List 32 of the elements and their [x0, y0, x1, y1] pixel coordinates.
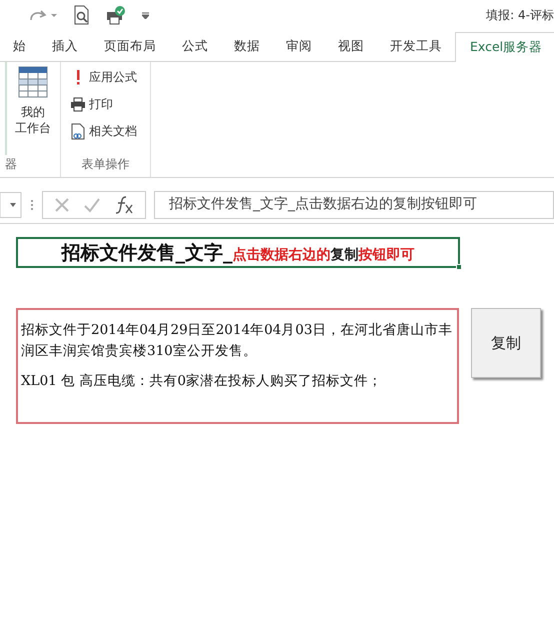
title-cell[interactable]: 招标文件发售_文字_点击数据右边的复制按钮即可	[16, 237, 460, 268]
window-title: 填报: 4-评标	[486, 7, 554, 24]
function-icon[interactable]	[114, 194, 134, 214]
group-label: 器	[5, 156, 18, 173]
workbench-button[interactable]: 我的 工作台	[11, 66, 55, 136]
check-icon[interactable]	[82, 196, 101, 212]
paragraph: XL01 包 高压电缆：共有0家潜在投标人购买了招标文件；	[21, 372, 383, 391]
ribbon-tab[interactable]: 开发工具	[377, 31, 455, 61]
printer-icon	[70, 96, 86, 112]
print-preview-icon[interactable]	[74, 5, 90, 25]
ribbon-tab[interactable]: 页面布局	[91, 31, 169, 61]
ribbon-tab[interactable]: Excel服务器	[455, 32, 554, 62]
ribbon-tab[interactable]: 始	[0, 31, 39, 61]
ribbon-button[interactable]: 相关文档	[66, 120, 145, 142]
ribbon-tab[interactable]: 审阅	[273, 31, 325, 61]
table-icon	[18, 66, 48, 98]
redo-icon[interactable]	[28, 8, 58, 22]
ribbon-button[interactable]: 应用公式	[66, 66, 145, 88]
group-label: 表单操作	[80, 156, 130, 173]
ribbon-tab[interactable]: 公式	[169, 31, 221, 61]
more-icon	[30, 198, 34, 210]
ribbon-tab[interactable]: 插入	[39, 31, 91, 61]
printer-check-icon[interactable]	[106, 5, 126, 25]
ribbon-tab[interactable]: 数据	[221, 31, 273, 61]
ribbon-button[interactable]: 打印	[66, 93, 145, 115]
paragraph: 招标文件于2014年04月29日至2014年04月03日，在河北省唐山市丰润区丰润宾馆贵宾楼310室公开发售。	[21, 321, 454, 361]
formula-field[interactable]: 招标文件发售_文字_点击数据右边的复制按钮即可	[154, 190, 554, 218]
copy-button[interactable]: 复制	[471, 308, 541, 378]
ribbon-tab[interactable]: 视图	[325, 31, 377, 61]
document-link-icon	[71, 122, 85, 140]
dropdown-icon[interactable]	[142, 12, 149, 18]
exclamation-icon	[75, 69, 81, 85]
